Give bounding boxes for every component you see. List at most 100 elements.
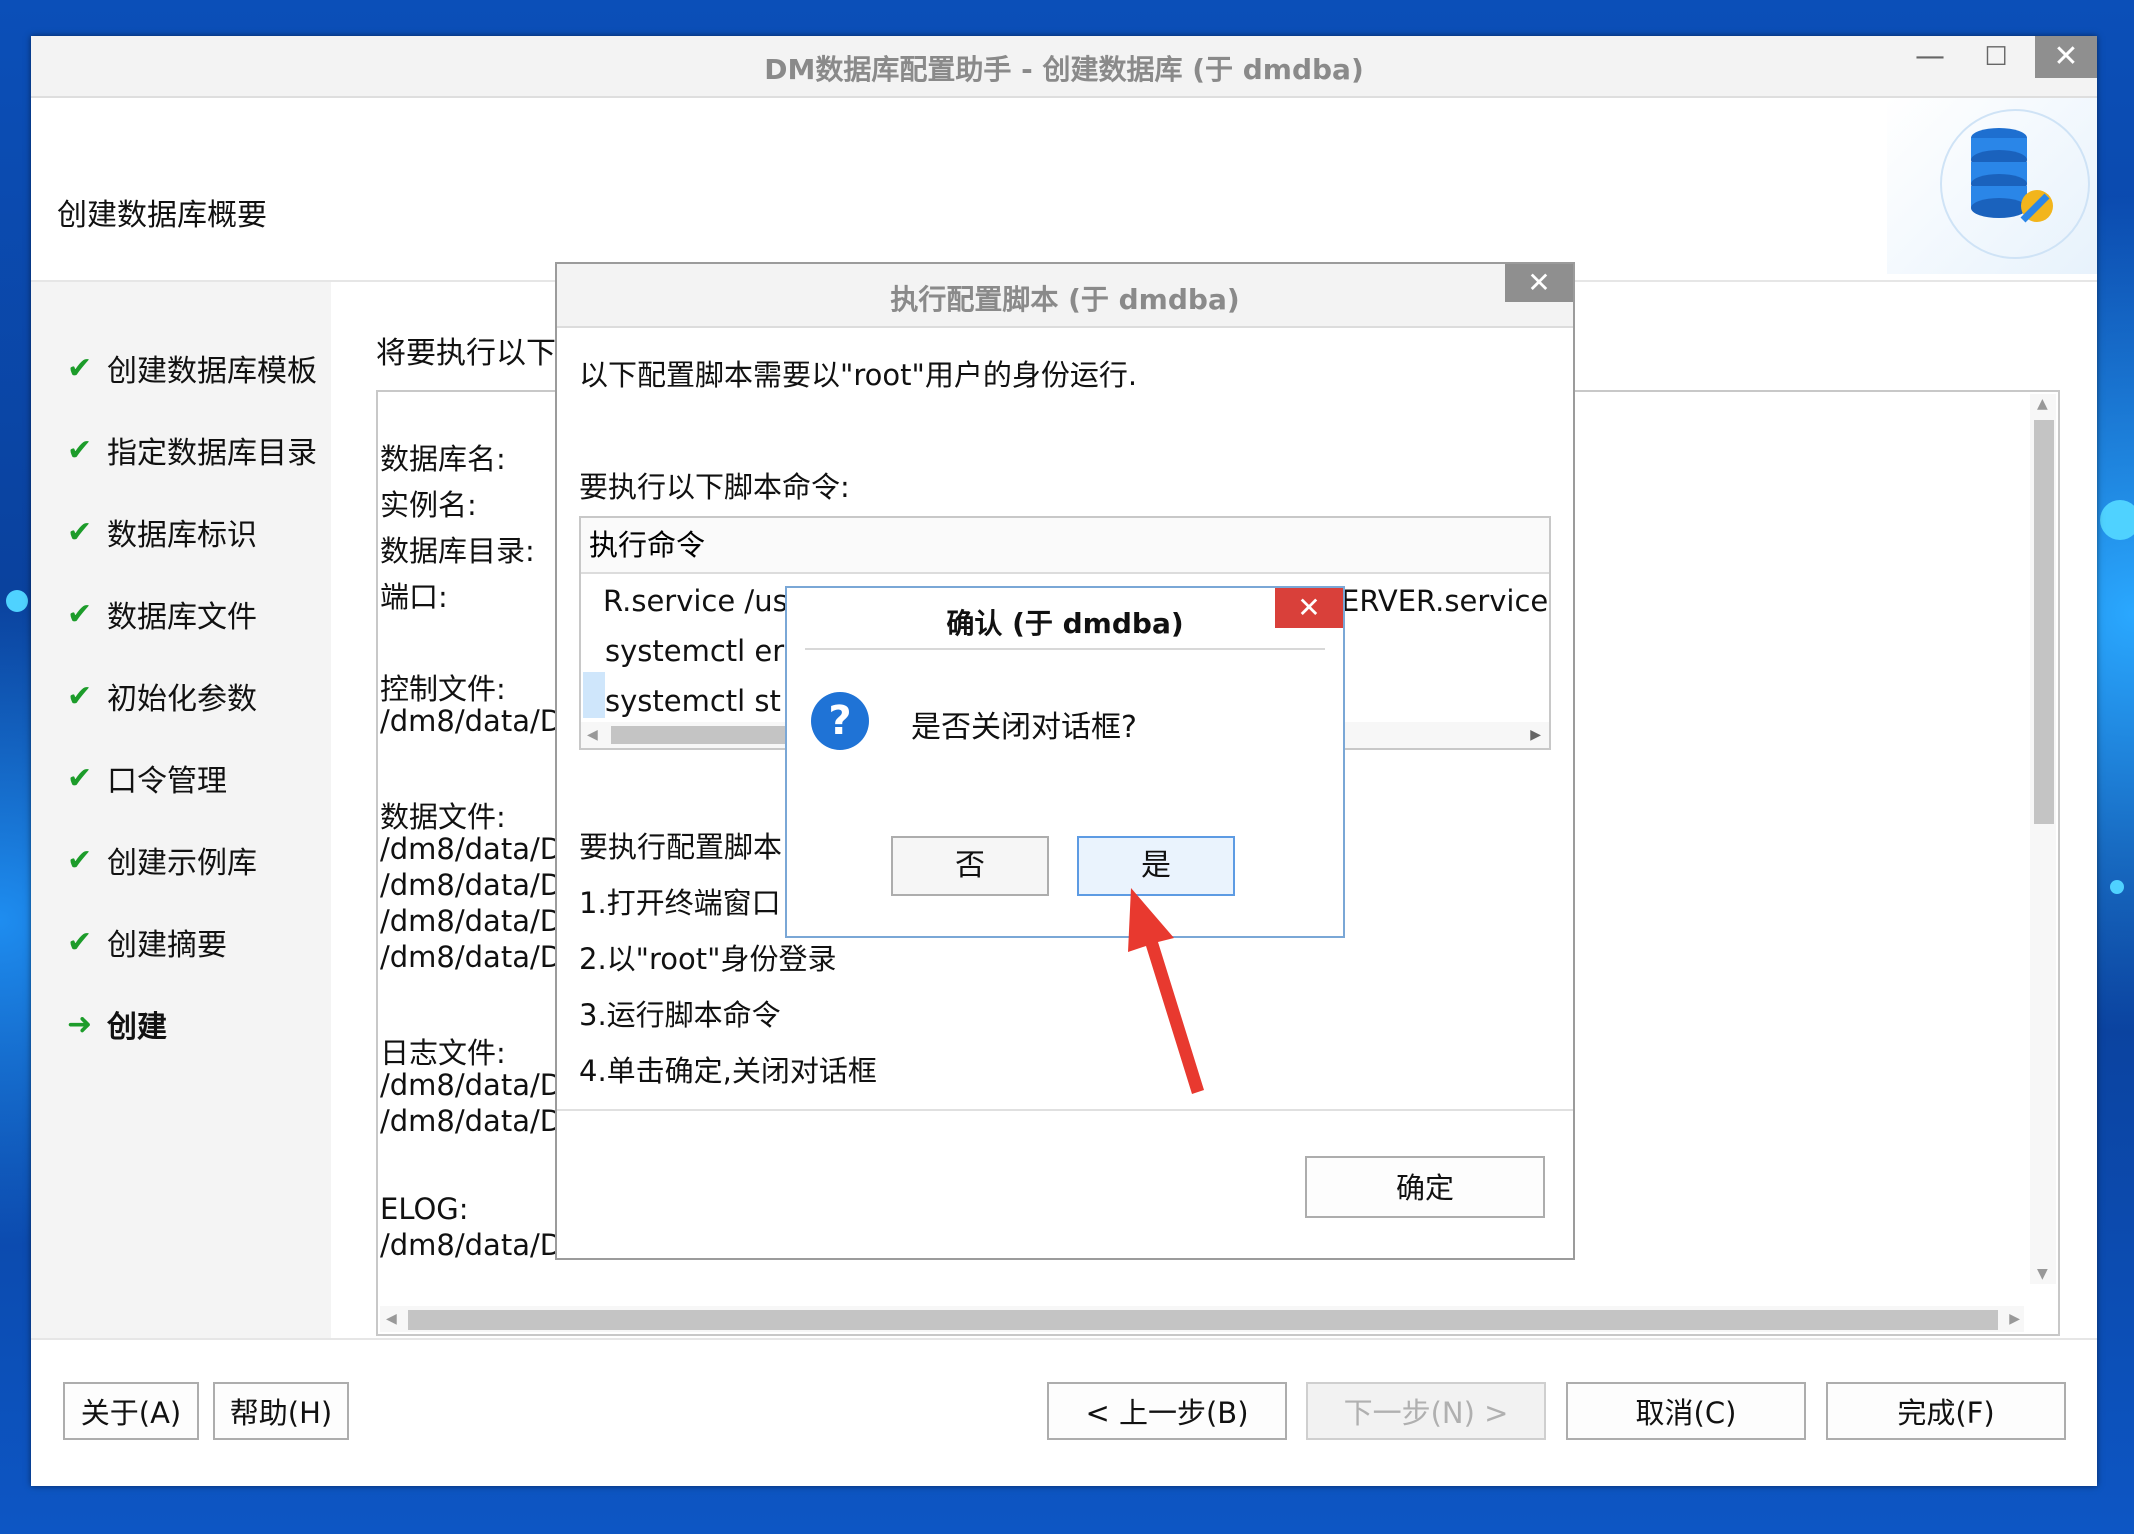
summary-line: /dm8/data/D (380, 868, 563, 902)
column-header: 执行命令 (581, 518, 1549, 574)
question-icon: ? (811, 692, 869, 750)
scrollbar-thumb[interactable] (2034, 420, 2054, 824)
steps-sidebar: ✔ 创建数据库模板 ✔ 指定数据库目录 ✔ 数据库标识 ✔ 数据库文件 ✔ 初始化参数 ✔… (31, 282, 331, 1338)
script-dialog-titlebar[interactable]: 执行配置脚本 (于 dmdba) ✕ (557, 264, 1573, 328)
check-icon: ✔ (67, 432, 93, 468)
summary-line: 实例名: (380, 488, 477, 522)
summary-line: 控制文件: (380, 672, 506, 706)
scrollbar-thumb[interactable] (611, 726, 811, 744)
page-title: 创建数据库概要 (57, 198, 267, 233)
sidebar-item-directory: ✔ 指定数据库目录 (67, 428, 317, 472)
sidebar-item-label: 创建摘要 (107, 928, 227, 963)
minimize-icon[interactable]: — (1899, 36, 1961, 78)
summary-line: 数据库名: (380, 442, 506, 476)
header-banner (1887, 98, 2097, 274)
confirm-message: 是否关闭对话框? (911, 710, 1137, 745)
step-text: 3.运行脚本命令 (579, 998, 781, 1032)
summary-line: /dm8/data/D (380, 1104, 563, 1138)
vertical-scrollbar[interactable]: ▲ ▼ (2030, 394, 2056, 1284)
desktop-decoration (2100, 500, 2134, 540)
check-icon: ✔ (67, 596, 93, 632)
sidebar-item-files: ✔ 数据库文件 (67, 592, 257, 636)
close-icon[interactable]: ✕ (1505, 264, 1573, 302)
no-button[interactable]: 否 (891, 836, 1049, 896)
window-title: DM数据库配置助手 - 创建数据库 (于 dmdba) (764, 53, 1364, 86)
summary-line: ELOG: (380, 1192, 469, 1226)
sidebar-item-template: ✔ 创建数据库模板 (67, 346, 317, 390)
dialog-divider (557, 1109, 1573, 1111)
check-icon: ✔ (67, 350, 93, 386)
scroll-right-icon[interactable]: ▶ (2009, 1311, 2020, 1327)
script-dialog-title: 执行配置脚本 (于 dmdba) (890, 283, 1240, 316)
scroll-right-icon[interactable]: ▶ (1530, 727, 1541, 743)
table-row[interactable]: systemctl er (605, 634, 784, 668)
sidebar-item-label: 数据库标识 (107, 518, 257, 553)
sidebar-item-identity: ✔ 数据库标识 (67, 510, 257, 554)
sidebar-item-init-params: ✔ 初始化参数 (67, 674, 257, 718)
sidebar-item-label: 指定数据库目录 (107, 436, 317, 471)
summary-line: /dm8/data/D (380, 1228, 563, 1262)
ok-button[interactable]: 确定 (1305, 1156, 1545, 1218)
desktop-decoration (6, 590, 28, 612)
steps-label: 要执行配置脚本 (579, 830, 783, 864)
yes-button[interactable]: 是 (1077, 836, 1235, 896)
footer-divider (31, 1338, 2097, 1340)
scroll-down-icon[interactable]: ▼ (2037, 1266, 2048, 1282)
check-icon: ✔ (67, 842, 93, 878)
commands-label: 要执行以下脚本命令: (579, 470, 850, 504)
step-text: 2.以"root"身份登录 (579, 942, 837, 976)
sidebar-item-sample-db: ✔ 创建示例库 (67, 838, 257, 882)
next-button[interactable]: 下一步(N) > (1306, 1382, 1546, 1440)
sidebar-item-label: 数据库文件 (107, 600, 257, 635)
database-settings-icon (1940, 109, 2090, 259)
check-icon: ✔ (67, 760, 93, 796)
title-divider (805, 648, 1325, 650)
script-intro: 以下配置脚本需要以"root"用户的身份运行. (579, 358, 1138, 392)
confirm-dialog-titlebar[interactable]: 确认 (于 dmdba) (787, 588, 1343, 648)
maximize-icon[interactable]: ☐ (1965, 36, 2027, 78)
summary-line: /dm8/data/D (380, 704, 563, 738)
summary-line: 数据文件: (380, 800, 506, 834)
sidebar-item-label: 初始化参数 (107, 682, 257, 717)
scroll-left-icon[interactable]: ◀ (386, 1311, 397, 1327)
sidebar-item-label: 口令管理 (107, 764, 227, 799)
sidebar-item-password: ✔ 口令管理 (67, 756, 227, 800)
finish-button[interactable]: 完成(F) (1826, 1382, 2066, 1440)
sidebar-item-create: ➜ 创建 (67, 1002, 167, 1046)
confirm-dialog: 确认 (于 dmdba) ✕ ? 是否关闭对话框? 否 是 (785, 586, 1345, 938)
summary-line: 数据库目录: (380, 534, 535, 568)
check-icon: ✔ (67, 678, 93, 714)
summary-line: /dm8/data/D (380, 940, 563, 974)
desktop-decoration (2110, 880, 2124, 894)
scroll-up-icon[interactable]: ▲ (2037, 396, 2048, 412)
window-titlebar[interactable]: DM数据库配置助手 - 创建数据库 (于 dmdba) — ☐ ✕ (31, 36, 2097, 98)
selected-row-marker (583, 672, 605, 718)
check-icon: ✔ (67, 514, 93, 550)
confirm-dialog-title: 确认 (于 dmdba) (946, 607, 1184, 640)
help-button[interactable]: 帮助(H) (213, 1382, 349, 1440)
close-icon[interactable]: ✕ (1275, 588, 1343, 628)
check-icon: ✔ (67, 924, 93, 960)
scroll-left-icon[interactable]: ◀ (587, 727, 598, 743)
horizontal-scrollbar[interactable]: ◀ ▶ (380, 1306, 2024, 1332)
about-button[interactable]: 关于(A) (63, 1382, 199, 1440)
sidebar-item-label: 创建示例库 (107, 846, 257, 881)
sidebar-item-summary: ✔ 创建摘要 (67, 920, 227, 964)
table-row-tail: ERVER.service (1341, 584, 1549, 618)
table-row[interactable]: R.service /us (603, 584, 788, 618)
arrow-right-icon: ➜ (67, 1006, 93, 1042)
summary-line: /dm8/data/D (380, 1068, 563, 1102)
close-icon[interactable]: ✕ (2035, 36, 2097, 78)
prev-button[interactable]: < 上一步(B) (1047, 1382, 1287, 1440)
cancel-button[interactable]: 取消(C) (1566, 1382, 1806, 1440)
step-text: 4.单击确定,关闭对话框 (579, 1054, 877, 1088)
summary-line: /dm8/data/D (380, 832, 563, 866)
table-row[interactable]: systemctl st (605, 684, 781, 718)
summary-line: 日志文件: (380, 1036, 506, 1070)
sidebar-item-label: 创建 (107, 1010, 167, 1045)
summary-heading: 将要执行以下 (376, 336, 556, 371)
scrollbar-thumb[interactable] (408, 1310, 1998, 1330)
sidebar-item-label: 创建数据库模板 (107, 354, 317, 389)
step-text: 1.打开终端窗口 (579, 886, 781, 920)
summary-line: 端口: (380, 580, 448, 614)
